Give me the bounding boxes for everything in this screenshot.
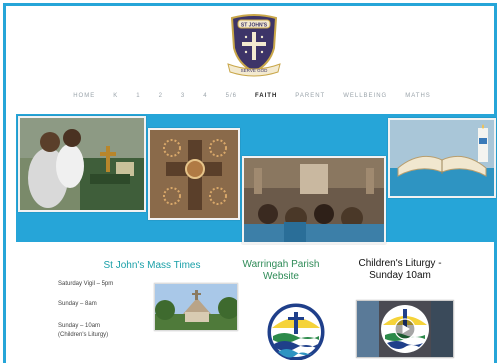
mass-sunday-8am: Sunday – 8am	[58, 301, 97, 307]
photo-children-prayer-table	[18, 116, 146, 212]
parish-title-line2: Website	[263, 271, 299, 282]
nav-wellbeing[interactable]: WELLBEING	[334, 92, 396, 100]
nav-parent[interactable]: PARENT	[286, 92, 334, 100]
play-icon[interactable]	[394, 318, 416, 340]
crest-motto-text: SERVE GOD	[241, 68, 268, 73]
liturgy-title-line2: Sunday 10am	[369, 270, 431, 281]
nav-5-6[interactable]: 5/6	[217, 92, 246, 100]
crest-banner-text: ST JOHN'S	[241, 23, 268, 29]
photo-aboriginal-cross-art	[148, 128, 240, 220]
parish-website-title[interactable]: Warringah Parish Website	[236, 259, 326, 283]
nav-faith[interactable]: FAITH	[246, 92, 286, 100]
nav-k[interactable]: K	[104, 92, 127, 100]
photo-st-johns-church[interactable]	[154, 283, 238, 331]
mass-sunday-10am: Sunday – 10am	[58, 323, 101, 329]
mass-sunday-10am-note: (Children's Liturgy)	[58, 332, 109, 338]
school-crest-logo[interactable]: ST JOHN'S SERVE GOD	[224, 12, 284, 78]
parish-title-line1: Warringah Parish	[242, 259, 320, 270]
nav-1[interactable]: 1	[127, 92, 149, 100]
liturgy-title-line1: Children's Liturgy -	[358, 258, 442, 269]
photo-church-congregation	[242, 156, 386, 244]
mass-times-title: St John's Mass Times	[103, 260, 201, 271]
parish-logo-icon[interactable]	[266, 302, 326, 360]
childrens-liturgy-video-thumbnail[interactable]	[356, 300, 454, 358]
mass-saturday-vigil: Saturday Vigil – 5pm	[58, 281, 114, 287]
childrens-liturgy-title: Children's Liturgy - Sunday 10am	[340, 258, 460, 282]
nav-home[interactable]: HOME	[64, 92, 104, 100]
nav-4[interactable]: 4	[194, 92, 216, 100]
nav-maths[interactable]: MATHS	[396, 92, 440, 100]
photo-open-bible-candle	[388, 118, 496, 198]
nav-3[interactable]: 3	[172, 92, 194, 100]
nav-2[interactable]: 2	[150, 92, 172, 100]
main-nav: HOME K 1 2 3 4 5/6 FAITH PARENT WELLBEIN…	[0, 92, 504, 100]
